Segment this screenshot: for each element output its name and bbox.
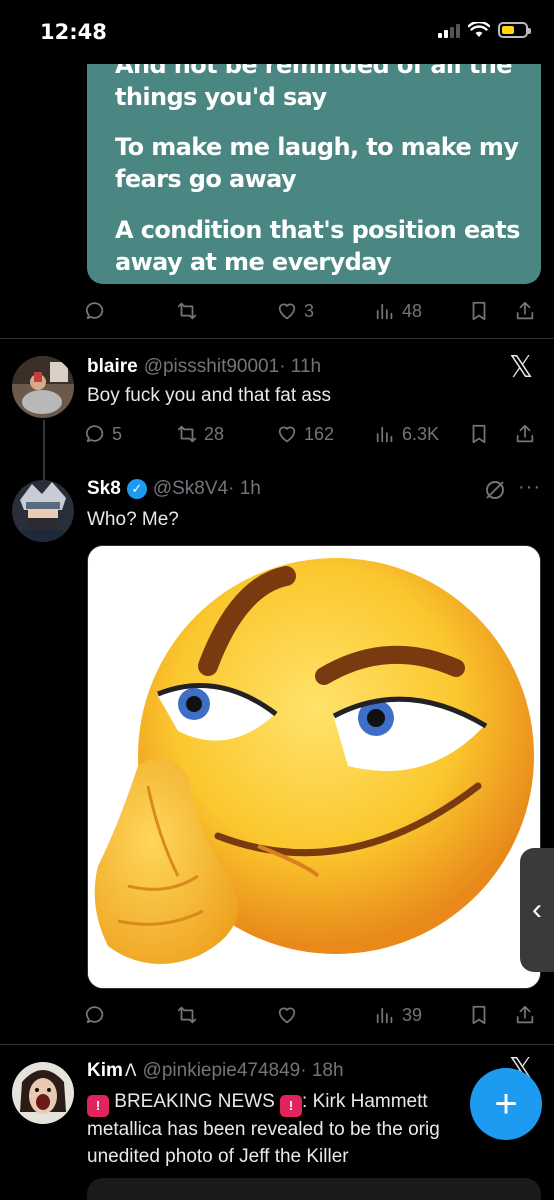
battery-icon — [498, 22, 531, 38]
share-icon — [516, 1005, 534, 1024]
lyric-line-5: A condition that's position eats — [115, 216, 520, 244]
views-icon — [376, 303, 393, 320]
rose-emoji-icon: ⴷ — [124, 1061, 137, 1080]
breaking-news-label: BREAKING NEWS — [114, 1091, 275, 1112]
wifi-icon — [468, 22, 490, 37]
heart-icon — [278, 303, 296, 320]
tweet1-header: blaire @pissshit90001 · 11h — [87, 356, 321, 378]
tweet2-handle[interactable]: @Sk8V4 — [153, 478, 228, 500]
share-icon — [516, 301, 534, 320]
reply-count: 5 — [112, 423, 123, 444]
tweet3-text-after: : Kirk Hammett — [302, 1091, 428, 1112]
bookmark-icon — [472, 301, 486, 321]
lyric-card[interactable]: And not be reminded of all the things yo… — [87, 40, 541, 284]
share-icon — [516, 424, 534, 443]
status-time: 12:48 — [40, 20, 107, 44]
like-button[interactable]: 162 — [276, 416, 334, 452]
bookmark-icon — [472, 424, 486, 444]
retweet-button[interactable]: 28 — [176, 416, 224, 452]
tweet1-actions: 5 28 162 6.3K — [84, 416, 544, 452]
tweet2-text: Who? Me? — [87, 509, 179, 530]
retweet-icon — [177, 1006, 197, 1024]
divider — [0, 1044, 554, 1045]
share-button[interactable] — [514, 293, 536, 329]
tweet2-media-image[interactable] — [87, 545, 541, 989]
lyric-line-6: away at me everyday — [115, 248, 392, 276]
more-icon[interactable]: ··· — [518, 476, 541, 499]
like-button[interactable]: 3 — [276, 293, 314, 329]
views-count: 39 — [402, 1004, 423, 1025]
plus-icon: + — [494, 1081, 518, 1126]
views-icon — [376, 1007, 393, 1024]
status-bar: 12:48 — [0, 0, 554, 64]
tweet3-header: Kim ⴷ @pinkiepie474849 · 18h — [87, 1060, 344, 1082]
tweet2-header: Sk8 ✓ @Sk8V4 · 1h — [87, 478, 261, 500]
reply-icon — [85, 1006, 104, 1024]
compose-button[interactable]: + — [470, 1068, 542, 1140]
tweet3-time: · 18h — [300, 1060, 344, 1081]
siren-emoji-icon: ! — [280, 1095, 303, 1117]
avatar-blaire[interactable] — [12, 356, 74, 418]
lyric-line-2: things you'd say — [115, 83, 327, 111]
views-count: 48 — [402, 300, 423, 321]
tweet1-name[interactable]: blaire — [87, 356, 138, 378]
status-icons — [438, 22, 531, 38]
bookmark-button[interactable] — [468, 416, 490, 452]
tweet2-time: · 1h — [228, 478, 261, 499]
retweet-icon — [177, 302, 197, 320]
side-panel-tab[interactable]: ‹ — [520, 848, 554, 972]
views-count: 6.3K — [402, 423, 440, 444]
lyric-line-3: To make me laugh, to make my — [115, 133, 519, 161]
tweet0-actions: 3 48 — [84, 293, 544, 329]
x-logo-icon: 𝕏 — [509, 350, 534, 385]
share-button[interactable] — [514, 416, 536, 452]
verified-badge-icon: ✓ — [126, 479, 147, 499]
siren-emoji-icon: ! — [87, 1095, 109, 1117]
views-button[interactable]: 6.3K — [374, 416, 439, 452]
tweet3-text-line2: metallica has been revealed to be the or… — [87, 1119, 440, 1140]
tweet1-text: Boy fuck you and that fat ass — [87, 385, 331, 406]
grok-icon[interactable] — [483, 478, 507, 502]
tweet1-time: · 11h — [279, 356, 322, 377]
bookmark-icon — [472, 1005, 486, 1025]
chevron-left-icon: ‹ — [532, 893, 542, 926]
signal-icon — [438, 22, 460, 38]
views-button[interactable]: 48 — [374, 293, 422, 329]
heart-icon — [278, 1007, 296, 1024]
reply-button[interactable] — [84, 293, 106, 329]
smirk-emoji-image — [88, 546, 540, 988]
reply-icon — [85, 425, 104, 443]
tweet1-handle[interactable]: @pissshit90001 — [144, 356, 279, 378]
reply-button[interactable] — [84, 997, 106, 1033]
divider — [0, 338, 554, 339]
tweet3-text-line1: ! BREAKING NEWS !: Kirk Hammett — [87, 1088, 428, 1117]
retweet-icon — [177, 425, 197, 443]
reply-button[interactable]: 5 — [84, 416, 122, 452]
lyric-line-4: fears go away — [115, 165, 297, 193]
share-button[interactable] — [514, 997, 536, 1033]
avatar-kim[interactable] — [12, 1062, 74, 1124]
tweet3-text-line3: unedited photo of Jeff the Killer — [87, 1146, 349, 1167]
reply-icon — [85, 302, 104, 320]
tweet2-actions: 39 — [84, 997, 544, 1033]
heart-icon — [278, 426, 296, 443]
thread-line — [43, 420, 45, 480]
tweet3-media-preview[interactable] — [87, 1178, 541, 1200]
avatar-sk8[interactable] — [12, 480, 74, 542]
retweet-button[interactable] — [176, 293, 198, 329]
views-icon — [376, 426, 393, 443]
like-count: 162 — [304, 423, 335, 444]
tweet3-name[interactable]: Kim — [87, 1060, 123, 1082]
bookmark-button[interactable] — [468, 997, 490, 1033]
bookmark-button[interactable] — [468, 293, 490, 329]
tweet3-handle[interactable]: @pinkiepie474849 — [143, 1060, 301, 1082]
views-button[interactable]: 39 — [374, 997, 422, 1033]
retweet-button[interactable] — [176, 997, 198, 1033]
like-button[interactable] — [276, 997, 298, 1033]
tweet2-name[interactable]: Sk8 — [87, 478, 121, 500]
retweet-count: 28 — [204, 423, 225, 444]
like-count: 3 — [304, 300, 315, 321]
